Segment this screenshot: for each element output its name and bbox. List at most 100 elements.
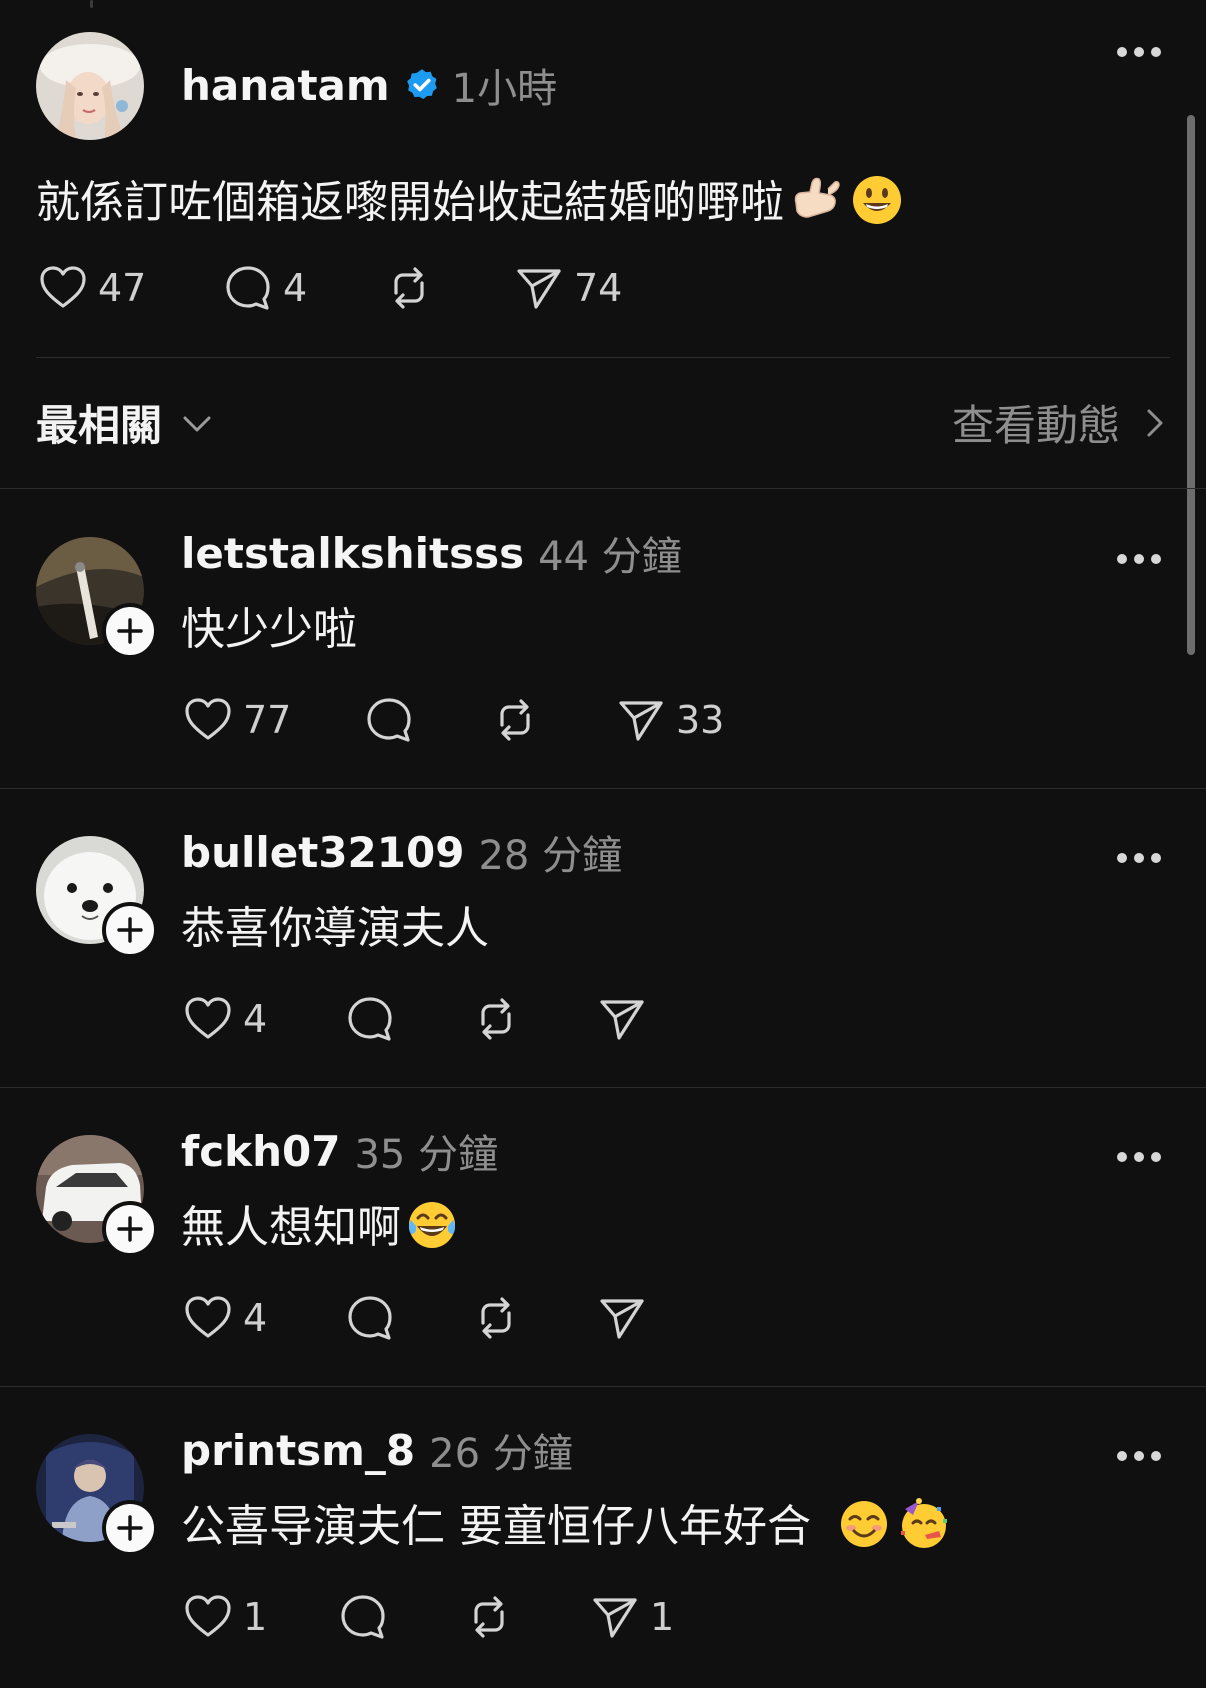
heart-icon xyxy=(185,1595,231,1637)
like-button[interactable]: 4 xyxy=(181,989,267,1049)
reply-button[interactable]: 4 xyxy=(221,258,307,318)
comment-header: printsm_8 26 分鐘 xyxy=(181,1422,573,1478)
chevron-right-icon xyxy=(1147,409,1163,436)
comment-time: 26 分鐘 xyxy=(429,1431,573,1477)
comment-item: fckh07 35 分鐘 無人想知啊 4 xyxy=(0,1091,1206,1389)
sort-label: 最相關 xyxy=(36,401,163,450)
reply-button[interactable] xyxy=(362,690,424,750)
plus-icon xyxy=(117,917,143,943)
like-button[interactable]: 77 xyxy=(181,690,291,750)
comment-header: fckh07 35 分鐘 xyxy=(181,1123,498,1179)
comment-text-content: 無人想知啊 xyxy=(181,1202,401,1253)
username[interactable]: letstalkshitsss xyxy=(181,529,524,578)
like-button[interactable]: 4 xyxy=(181,1288,267,1348)
filter-row: 最相關 查看動態 xyxy=(0,392,1206,454)
more-options-icon[interactable] xyxy=(1117,46,1161,58)
post-header: hanatam 1小時 xyxy=(181,57,557,113)
post-actions: 47 4 74 xyxy=(36,258,736,318)
send-icon xyxy=(517,269,561,309)
comment-text-content: 快少少啦 xyxy=(181,604,357,655)
repost-button[interactable] xyxy=(488,690,550,750)
username[interactable]: fckh07 xyxy=(181,1127,340,1176)
repost-button[interactable] xyxy=(469,1288,531,1348)
comment-text: 無人想知啊 xyxy=(181,1191,459,1255)
like-count: 47 xyxy=(98,266,147,310)
comment-header: bullet32109 28 分鐘 xyxy=(181,824,622,880)
send-icon xyxy=(619,701,663,741)
comment-icon xyxy=(367,698,411,742)
view-activity-link[interactable]: 查看動態 xyxy=(952,392,1170,453)
repost-icon xyxy=(481,998,511,1040)
comment-time: 44 分鐘 xyxy=(538,534,682,580)
call-me-hand-emoji xyxy=(794,177,840,218)
divider xyxy=(0,488,1206,489)
plus-icon xyxy=(117,618,143,644)
reply-button[interactable] xyxy=(343,989,405,1049)
share-count: 33 xyxy=(676,698,725,742)
comment-time: 35 分鐘 xyxy=(354,1132,499,1178)
comment-icon xyxy=(348,1296,392,1340)
send-icon xyxy=(600,1000,644,1040)
comment-icon xyxy=(348,997,392,1041)
reply-count: 4 xyxy=(283,266,308,310)
reply-button[interactable] xyxy=(343,1288,405,1348)
reply-button[interactable] xyxy=(336,1587,398,1647)
main-post: hanatam 1小時 就係訂咗個箱返嚟開始收起結婚啲嘢啦 47 4 74 xyxy=(0,0,1206,360)
more-options-icon[interactable] xyxy=(1117,1151,1161,1163)
comment-text-content: 公喜导演夫仁 要童恒仔八年好合 xyxy=(181,1501,825,1552)
heart-icon xyxy=(185,997,231,1039)
follow-button[interactable] xyxy=(102,603,158,659)
comment-actions: 4 xyxy=(181,989,881,1049)
avatar[interactable] xyxy=(36,32,144,140)
tears-of-joy-emoji xyxy=(409,1202,455,1248)
like-button[interactable]: 1 xyxy=(181,1587,267,1647)
comment-icon xyxy=(226,266,270,310)
comment-icon xyxy=(341,1595,385,1639)
more-options-icon[interactable] xyxy=(1117,1450,1161,1462)
plus-icon xyxy=(117,1515,143,1541)
comment-actions: 4 xyxy=(181,1288,881,1348)
share-button[interactable]: 74 xyxy=(512,258,622,318)
repost-icon xyxy=(474,1596,504,1638)
post-text-content: 就係訂咗個箱返嚟開始收起結婚啲嘢啦 xyxy=(36,177,784,228)
comment-actions: 1 1 xyxy=(181,1587,881,1647)
comment-time: 28 分鐘 xyxy=(478,833,623,879)
username[interactable]: bullet32109 xyxy=(181,828,464,877)
comment-text-content: 恭喜你導演夫人 xyxy=(181,903,489,954)
comment-text: 恭喜你導演夫人 xyxy=(181,892,489,956)
divider xyxy=(0,788,1206,789)
follow-button[interactable] xyxy=(102,902,158,958)
like-count: 4 xyxy=(243,997,268,1041)
heart-icon xyxy=(40,266,86,308)
heart-icon xyxy=(185,698,231,740)
divider xyxy=(0,1087,1206,1088)
share-button[interactable]: 1 xyxy=(588,1587,674,1647)
sort-dropdown[interactable]: 最相關 xyxy=(36,392,214,453)
username[interactable]: hanatam xyxy=(181,61,390,110)
more-options-icon[interactable] xyxy=(1117,553,1161,565)
share-button[interactable]: 33 xyxy=(614,690,724,750)
plus-icon xyxy=(117,1216,143,1242)
post-time: 1小時 xyxy=(451,66,558,112)
view-activity-label: 查看動態 xyxy=(951,401,1120,450)
blush-emoji xyxy=(840,1501,887,1547)
like-button[interactable]: 47 xyxy=(36,258,146,318)
send-icon xyxy=(600,1299,644,1339)
repost-button[interactable] xyxy=(469,989,531,1049)
comment-actions: 77 33 xyxy=(181,690,881,750)
follow-button[interactable] xyxy=(102,1500,158,1556)
verified-badge-icon xyxy=(406,69,437,99)
comment-item: bullet32109 28 分鐘 恭喜你導演夫人 4 xyxy=(0,792,1206,1090)
repost-icon xyxy=(481,1297,511,1339)
share-button[interactable] xyxy=(595,1288,657,1348)
divider xyxy=(0,1386,1206,1387)
more-options-icon[interactable] xyxy=(1117,852,1161,864)
send-icon xyxy=(593,1598,637,1638)
divider xyxy=(36,357,1170,358)
like-count: 77 xyxy=(243,698,292,742)
username[interactable]: printsm_8 xyxy=(181,1426,415,1475)
repost-button[interactable] xyxy=(382,258,444,318)
follow-button[interactable] xyxy=(102,1201,158,1257)
repost-button[interactable] xyxy=(462,1587,524,1647)
share-button[interactable] xyxy=(595,989,657,1049)
